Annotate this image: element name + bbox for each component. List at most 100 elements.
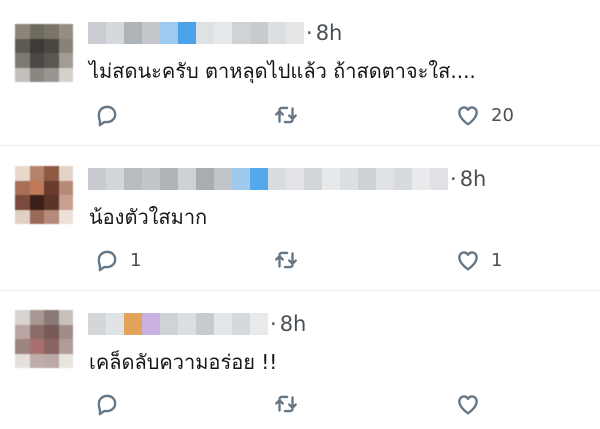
like-count: 20 [491,104,514,126]
username-pixel [322,168,340,190]
avatar-pixel [58,195,73,210]
reply-button[interactable]: 1 [94,245,141,275]
retweet-button[interactable] [273,100,309,130]
avatar-pixel [29,53,44,68]
retweet-button[interactable] [273,245,309,275]
avatar-pixel [15,53,30,68]
avatar[interactable] [15,166,73,224]
heart-icon [458,395,478,415]
avatar-pixel [44,310,59,325]
retweet-icon [275,251,297,269]
tweet-text: น้องตัวใสมาก [89,205,208,229]
avatar[interactable] [15,310,73,368]
user-header[interactable]: · 8h [88,18,342,48]
like-button[interactable]: 20 [455,100,514,130]
username-pixel [214,313,232,335]
avatar-pixel [29,24,44,39]
blurred-username[interactable] [88,168,448,190]
avatar-pixel [29,324,44,339]
timestamp-text: 8h [279,312,307,336]
username-pixel [412,168,430,190]
username-pixel [232,22,250,44]
avatar-pixel [15,310,30,325]
avatar-pixel [44,195,59,210]
tweet-text: ไม่สดนะครับ ตาหลุดไปแล้ว ถ้าสดตาจะใส.... [89,59,476,83]
user-header[interactable]: · 8h [88,164,486,194]
avatar-pixel [44,339,59,354]
avatar-pixel [29,195,44,210]
avatar-pixel [29,310,44,325]
like-count: 1 [491,249,503,271]
username-pixel [340,168,358,190]
username-pixel [106,313,124,335]
avatar-pixel [44,209,59,224]
avatar-pixel [58,166,73,181]
reply-icon [97,250,117,272]
avatar-pixel [44,353,59,368]
username-pixel [178,168,196,190]
username-pixel [88,313,106,335]
avatar-pixel [44,24,59,39]
reply-icon [97,394,117,416]
username-pixel [268,168,286,190]
avatar-pixel [29,67,44,82]
avatar-pixel [58,53,73,68]
username-pixel [394,168,412,190]
avatar-pixel [15,195,30,210]
avatar-pixel [44,53,59,68]
username-pixel [124,22,142,44]
username-pixel [250,168,268,190]
blurred-username[interactable] [88,313,268,335]
username-pixel [124,168,142,190]
avatar-pixel [15,324,30,339]
username-pixel [196,22,214,44]
username-pixel [232,168,250,190]
avatar-pixel [44,324,59,339]
avatar-pixel [58,38,73,53]
username-pixel [286,22,304,44]
reply-count: 1 [130,249,142,271]
username-pixel [160,168,178,190]
retweet-icon [275,395,297,413]
timestamp-text: 8h [459,167,487,191]
username-pixel [196,313,214,335]
username-pixel [160,22,178,44]
avatar-pixel [58,180,73,195]
username-pixel [196,168,214,190]
timestamp-text: 8h [315,21,343,45]
reply-button[interactable] [94,100,130,130]
username-pixel [214,22,232,44]
username-pixel [358,168,376,190]
username-pixel [142,168,160,190]
username-pixel [88,168,106,190]
reply-button[interactable] [94,389,130,419]
tweet-text: เคล็ดลับความอร่อย !! [89,350,278,374]
avatar-pixel [44,67,59,82]
avatar-pixel [29,38,44,53]
avatar-pixel [15,24,30,39]
retweet-button[interactable] [273,389,309,419]
user-header[interactable]: · 8h [88,309,306,339]
like-button[interactable] [455,389,491,419]
username-pixel [106,168,124,190]
timestamp[interactable]: · 8h [270,312,306,336]
avatar[interactable] [15,24,73,82]
blurred-username[interactable] [88,22,304,44]
like-button[interactable]: 1 [455,245,502,275]
username-pixel [142,313,160,335]
username-pixel [286,168,304,190]
avatar-pixel [58,324,73,339]
timestamp[interactable]: · 8h [306,21,342,45]
reply-icon [97,105,117,127]
avatar-pixel [58,310,73,325]
username-pixel [178,22,196,44]
username-pixel [214,168,232,190]
username-pixel [124,313,142,335]
avatar-pixel [58,24,73,39]
heart-icon [458,251,478,271]
timestamp[interactable]: · 8h [450,167,486,191]
avatar-pixel [15,353,30,368]
avatar-pixel [29,353,44,368]
username-pixel [232,313,250,335]
username-pixel [178,313,196,335]
